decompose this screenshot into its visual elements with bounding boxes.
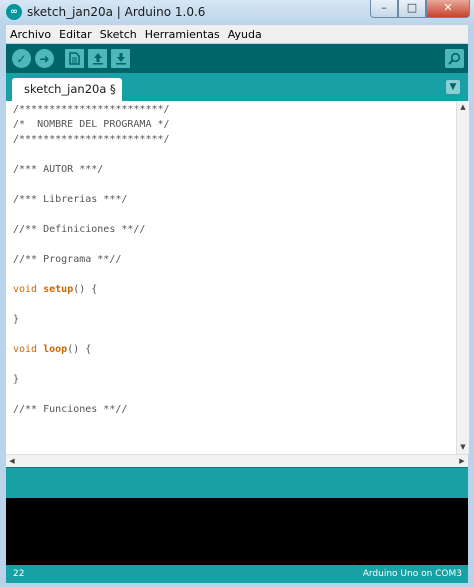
menu-sketch[interactable]: Sketch	[96, 28, 141, 41]
title-bar: ∞ sketch_jan20a | Arduino 1.0.6 – □ ✕	[0, 0, 474, 24]
code-line: /*** Librerias ***/	[13, 194, 128, 205]
window-controls: – □ ✕	[370, 0, 470, 18]
vertical-scrollbar[interactable]: ▲ ▼	[456, 101, 469, 454]
code-line: //** Definiciones **//	[13, 224, 146, 235]
save-icon	[115, 53, 126, 65]
serial-monitor-icon	[448, 52, 461, 65]
tab-sketch[interactable]: sketch_jan20a §	[12, 78, 122, 101]
code-line-setup: void setup() {	[13, 284, 98, 295]
menu-archivo[interactable]: Archivo	[6, 28, 55, 41]
toolbar: ✓ ➜	[6, 44, 468, 73]
serial-monitor-button[interactable]	[445, 49, 464, 68]
code-line: }	[13, 374, 20, 385]
arduino-ide-window: ∞ sketch_jan20a | Arduino 1.0.6 – □ ✕ Ar…	[0, 0, 474, 587]
code-line: /*** AUTOR ***/	[13, 164, 104, 175]
arduino-logo-icon: ∞	[6, 4, 22, 20]
save-button[interactable]	[111, 49, 130, 68]
scroll-up-icon[interactable]: ▲	[457, 101, 469, 114]
code-line: //** Funciones **//	[13, 404, 128, 415]
keyword-void: void	[13, 344, 38, 355]
code-line: //** Programa **//	[13, 254, 122, 265]
chevron-down-icon: ▼	[449, 82, 457, 92]
verify-icon: ✓	[16, 51, 27, 66]
board-port: Arduino Uno on COM3	[362, 569, 462, 579]
function-name: loop	[43, 344, 68, 355]
open-button[interactable]	[88, 49, 107, 68]
code-line: }	[13, 314, 20, 325]
code-line: /************************/	[13, 104, 170, 115]
horizontal-scrollbar[interactable]: ◀ ▶	[6, 454, 468, 468]
message-area	[6, 467, 468, 499]
menu-editar[interactable]: Editar	[55, 28, 96, 41]
code-line: /* NOMBRE DEL PROGRAMA */	[13, 119, 170, 130]
open-icon	[92, 53, 103, 65]
keyword-void: void	[13, 284, 38, 295]
line-number: 22	[13, 569, 25, 579]
code-line: /************************/	[13, 134, 170, 145]
upload-button[interactable]: ➜	[35, 49, 54, 68]
status-bar: 22 Arduino Uno on COM3	[6, 565, 468, 583]
new-file-icon	[69, 52, 80, 65]
function-name: setup	[43, 284, 74, 295]
close-button[interactable]: ✕	[426, 0, 470, 18]
upload-icon: ➜	[39, 51, 50, 66]
menu-herramientas[interactable]: Herramientas	[141, 28, 224, 41]
scroll-down-icon[interactable]: ▼	[457, 441, 469, 454]
verify-button[interactable]: ✓	[12, 49, 31, 68]
code-editor[interactable]: /************************/ /* NOMBRE DEL…	[6, 101, 456, 454]
minimize-button[interactable]: –	[370, 0, 398, 18]
menu-ayuda[interactable]: Ayuda	[224, 28, 266, 41]
new-button[interactable]	[65, 49, 84, 68]
menu-bar: Archivo Editar Sketch Herramientas Ayuda	[6, 25, 468, 43]
console-output	[6, 498, 468, 565]
maximize-button[interactable]: □	[398, 0, 426, 18]
window-title: sketch_jan20a | Arduino 1.0.6	[27, 5, 206, 19]
code-line-loop: void loop() {	[13, 344, 92, 355]
tab-strip: sketch_jan20a § ▼	[6, 73, 468, 101]
tab-menu-button[interactable]: ▼	[446, 80, 460, 94]
